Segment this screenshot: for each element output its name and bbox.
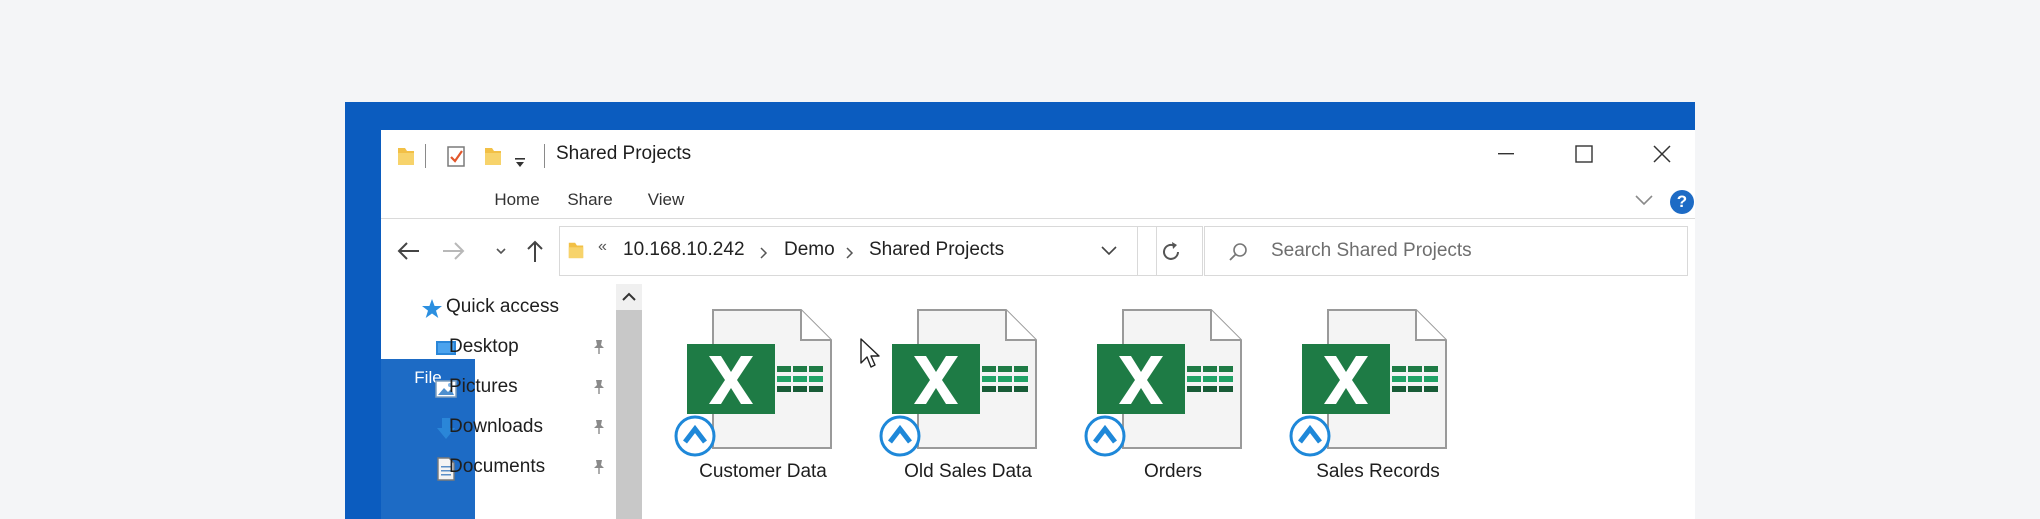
folder-icon xyxy=(567,239,585,261)
divider xyxy=(544,144,545,168)
sidebar-item-downloads[interactable]: Downloads xyxy=(435,412,615,444)
help-button[interactable]: ? xyxy=(1670,190,1694,214)
pin-icon[interactable] xyxy=(592,339,606,355)
pin-icon[interactable] xyxy=(592,459,606,475)
folder-icon xyxy=(396,144,416,168)
star-icon xyxy=(422,299,442,318)
breadcrumb-segment[interactable]: Shared Projects xyxy=(869,239,1004,261)
file-item[interactable]: Old Sales Data xyxy=(878,308,1058,488)
search-input[interactable]: Search Shared Projects xyxy=(1204,226,1688,276)
file-name: Sales Records xyxy=(1316,461,1440,482)
file-name: Old Sales Data xyxy=(904,461,1032,482)
breadcrumb-chevron-icon[interactable] xyxy=(845,246,855,260)
close-button[interactable] xyxy=(1639,138,1685,170)
file-item[interactable]: Orders xyxy=(1083,308,1263,488)
sidebar-item-desktop[interactable]: Desktop xyxy=(435,332,615,364)
file-explorer-window: Shared Projects File Home Share View ? «… xyxy=(381,130,1695,519)
sidebar-item-documents[interactable]: Documents xyxy=(435,452,615,484)
address-bar[interactable]: « 10.168.10.242 Demo Shared Projects xyxy=(559,226,1157,276)
nav-label: Downloads xyxy=(449,416,543,437)
title-bar: Shared Projects xyxy=(381,130,1695,182)
file-item[interactable]: Sales Records xyxy=(1288,308,1468,488)
navigation-pane: Quick access Desktop Pictures Downloads … xyxy=(381,284,616,519)
properties-icon[interactable] xyxy=(445,144,467,168)
refresh-icon xyxy=(1163,242,1179,260)
new-folder-icon[interactable] xyxy=(483,144,503,168)
expand-ribbon-chevron-icon[interactable] xyxy=(1634,193,1654,207)
minimize-button[interactable] xyxy=(1483,138,1529,170)
up-arrow-icon[interactable] xyxy=(524,234,546,268)
nav-quick-access[interactable]: Quick access xyxy=(421,292,611,324)
chevron-up-icon xyxy=(622,292,636,301)
maximize-button[interactable] xyxy=(1561,138,1607,170)
ribbon-tabs: File Home Share View ? xyxy=(381,181,1695,519)
excel-file-icon xyxy=(878,308,1058,458)
search-icon xyxy=(1229,243,1247,261)
nav-label: Pictures xyxy=(449,376,518,397)
pin-icon[interactable] xyxy=(592,419,606,435)
divider xyxy=(425,144,426,168)
file-name: Orders xyxy=(1143,461,1203,482)
customize-toolbar-icon[interactable] xyxy=(514,150,526,174)
file-name: Customer Data xyxy=(699,461,827,482)
refresh-button[interactable] xyxy=(1137,226,1203,276)
nav-label: Quick access xyxy=(446,296,559,317)
mouse-cursor-icon xyxy=(860,338,880,368)
back-arrow-icon[interactable] xyxy=(395,234,423,268)
pin-icon[interactable] xyxy=(592,379,606,395)
nav-pane-scrollbar[interactable] xyxy=(616,284,642,519)
forward-arrow-icon[interactable] xyxy=(439,234,467,268)
nav-label: Desktop xyxy=(449,336,519,357)
recent-locations-chevron-icon[interactable] xyxy=(494,234,508,268)
tab-share[interactable]: Share xyxy=(558,181,622,218)
excel-file-icon xyxy=(1288,308,1468,458)
file-item[interactable]: Customer Data xyxy=(673,308,853,488)
search-placeholder: Search Shared Projects xyxy=(1271,240,1472,261)
breadcrumb-segment[interactable]: Demo xyxy=(784,239,835,261)
address-history-chevron-icon[interactable] xyxy=(1100,243,1118,257)
window-title: Shared Projects xyxy=(556,143,692,164)
sidebar-item-pictures[interactable]: Pictures xyxy=(435,372,615,404)
breadcrumb-chevron-icon[interactable] xyxy=(759,246,769,260)
breadcrumb-segment[interactable]: 10.168.10.242 xyxy=(623,239,745,261)
address-overflow-icon[interactable]: « xyxy=(598,238,607,256)
tab-view[interactable]: View xyxy=(637,181,695,218)
nav-label: Documents xyxy=(449,456,546,477)
tab-home[interactable]: Home xyxy=(485,181,549,218)
excel-file-icon xyxy=(1083,308,1263,458)
excel-file-icon xyxy=(673,308,853,458)
scroll-up-button[interactable] xyxy=(616,284,642,310)
